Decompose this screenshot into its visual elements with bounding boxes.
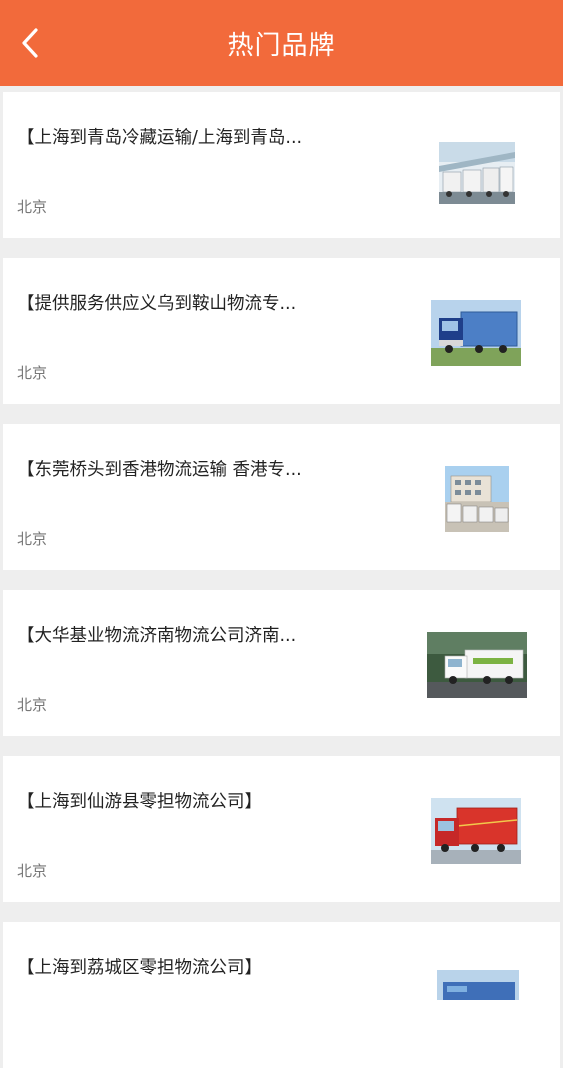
item-thumbnail: [439, 142, 515, 204]
item-city: 北京: [17, 364, 48, 382]
item-thumbnail: [437, 970, 519, 1000]
item-thumbnail: [445, 466, 509, 532]
list-item[interactable]: 【上海到仙游县零担物流公司】 北京: [3, 756, 560, 902]
item-thumbnail: [431, 300, 521, 366]
item-thumbnail: [431, 798, 521, 864]
item-title: 【东莞桥头到香港物流运输 香港专...: [17, 460, 302, 480]
list-item[interactable]: 【上海到荔城区零担物流公司】: [3, 922, 560, 1068]
page-title: 热门品牌: [227, 30, 336, 61]
item-title: 【大华基业物流济南物流公司济南...: [17, 626, 297, 646]
item-thumbnail: [427, 632, 527, 698]
item-city: 北京: [17, 696, 48, 714]
item-title: 【上海到荔城区零担物流公司】: [17, 958, 262, 978]
item-city: 北京: [17, 530, 48, 548]
item-title: 【上海到仙游县零担物流公司】: [17, 792, 262, 812]
list-item[interactable]: 【大华基业物流济南物流公司济南... 北京: [3, 590, 560, 736]
item-city: 北京: [17, 862, 48, 880]
list-item[interactable]: 【提供服务供应义乌到鞍山物流专... 北京: [3, 258, 560, 404]
top-bar: 热门品牌: [0, 0, 563, 86]
list-item[interactable]: 【东莞桥头到香港物流运输 香港专... 北京: [3, 424, 560, 570]
back-button[interactable]: [18, 26, 46, 60]
item-title: 【提供服务供应义乌到鞍山物流专...: [17, 294, 297, 314]
chevron-left-icon: [22, 28, 38, 58]
list-item[interactable]: 【上海到青岛冷藏运输/上海到青岛... 北京: [3, 92, 560, 238]
item-title: 【上海到青岛冷藏运输/上海到青岛...: [17, 128, 303, 148]
item-city: 北京: [17, 198, 48, 216]
